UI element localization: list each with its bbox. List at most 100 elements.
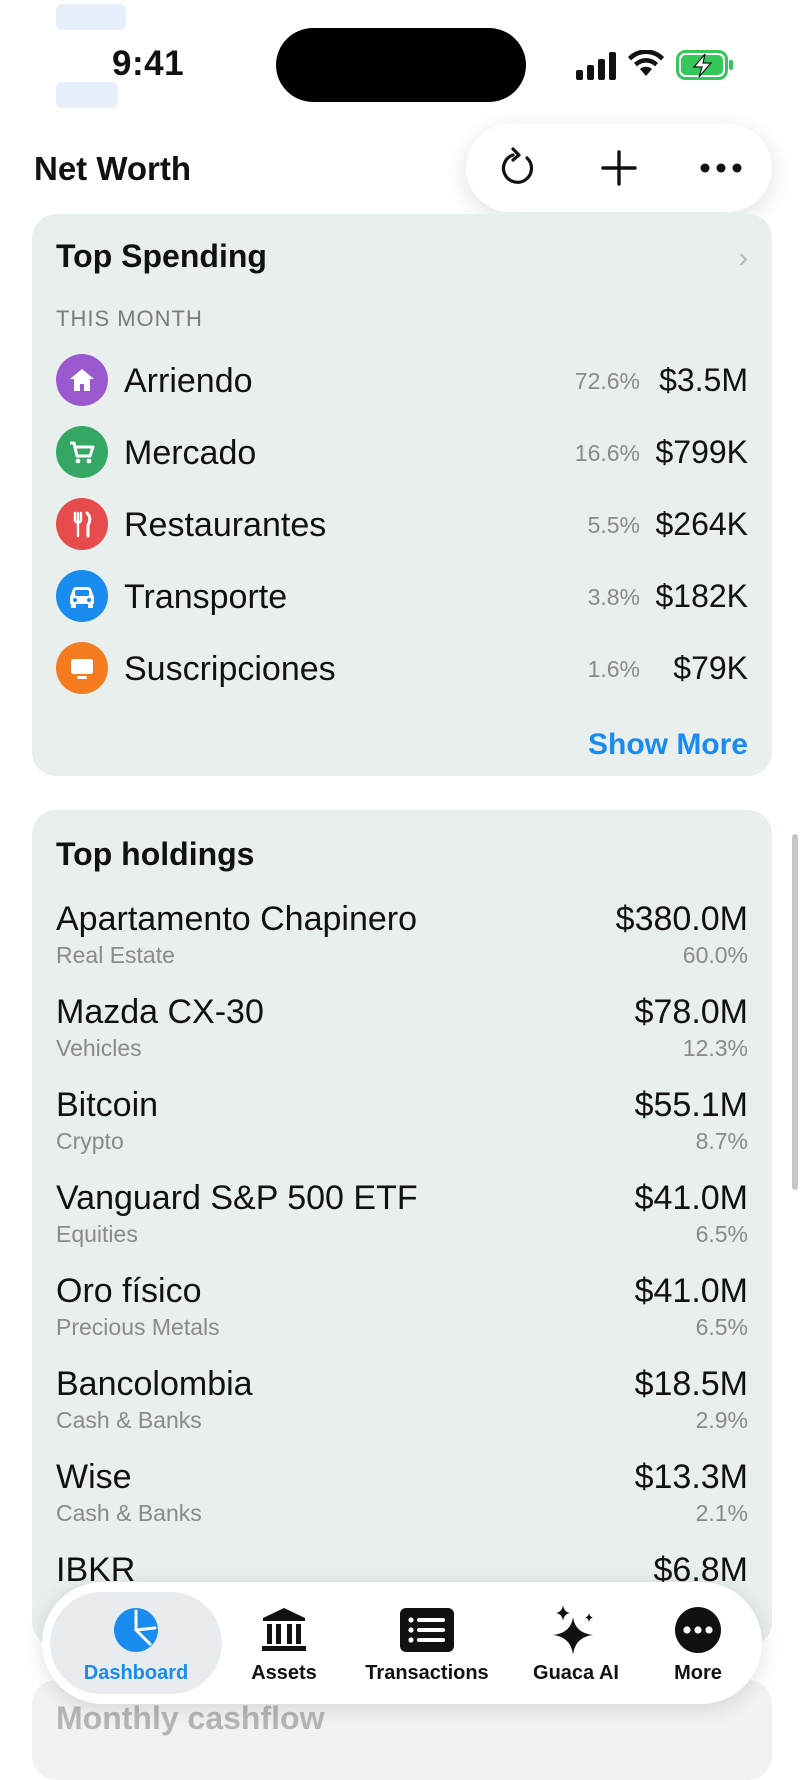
spending-row[interactable]: Arriendo 72.6% $3.5M bbox=[56, 354, 748, 410]
holding-category: Real Estate bbox=[56, 942, 175, 968]
category-icon-circle bbox=[56, 498, 108, 550]
chevron-right-icon[interactable]: › bbox=[739, 242, 748, 274]
status-bar: 9:41 bbox=[0, 0, 804, 120]
holding-row[interactable]: Wise Cash & Banks $13.3M 2.1% bbox=[56, 1458, 748, 1542]
category-percent: 16.6% bbox=[574, 440, 640, 466]
holding-category: Cash & Banks bbox=[56, 1407, 202, 1433]
tab-label: Transactions bbox=[365, 1662, 489, 1684]
spending-row[interactable]: Transporte 3.8% $182K bbox=[56, 570, 748, 626]
holding-row[interactable]: Apartamento Chapinero Real Estate $380.0… bbox=[56, 900, 748, 984]
category-amount: $799K bbox=[655, 434, 748, 470]
category-amount: $264K bbox=[655, 506, 748, 542]
holding-name: Apartamento Chapinero bbox=[56, 900, 418, 938]
cart-icon bbox=[70, 441, 95, 464]
holding-percent: 8.7% bbox=[695, 1128, 748, 1154]
category-amount: $79K bbox=[673, 650, 748, 686]
holding-name: Vanguard S&P 500 ETF bbox=[56, 1179, 418, 1217]
top-holdings-title: Top holdings bbox=[56, 836, 255, 872]
category-icon-circle bbox=[56, 426, 108, 478]
list-icon bbox=[400, 1608, 454, 1652]
holding-percent: 6.5% bbox=[695, 1221, 748, 1247]
tab-label: Guaca AI bbox=[533, 1662, 619, 1684]
wifi-icon bbox=[628, 50, 664, 76]
tab-bar: Dashboard Assets Transactions Guaca AI M… bbox=[42, 1582, 762, 1704]
battery-charging-icon bbox=[676, 50, 733, 80]
spending-row[interactable]: Suscripciones 1.6% $79K bbox=[56, 642, 748, 698]
holding-name: Wise bbox=[56, 1458, 132, 1496]
monthly-cashflow-title: Monthly cashflow bbox=[56, 1700, 325, 1736]
page-title: Net Worth bbox=[34, 150, 192, 187]
bank-icon bbox=[262, 1608, 306, 1651]
status-time: 9:41 bbox=[112, 44, 185, 83]
holding-value: $380.0M bbox=[615, 900, 748, 938]
car-icon bbox=[70, 587, 94, 608]
top-spending-title: Top Spending bbox=[56, 238, 267, 274]
category-percent: 72.6% bbox=[574, 368, 640, 394]
category-name: Restaurantes bbox=[124, 506, 327, 544]
holding-name: Bitcoin bbox=[56, 1086, 159, 1124]
holding-name: Bancolombia bbox=[56, 1365, 253, 1403]
more-options-button[interactable] bbox=[691, 138, 751, 198]
scroll-indicator[interactable] bbox=[792, 834, 798, 1190]
holding-percent: 2.9% bbox=[695, 1407, 748, 1433]
tab-label: Dashboard bbox=[83, 1662, 189, 1684]
holding-percent: 12.3% bbox=[682, 1035, 748, 1061]
category-amount: $182K bbox=[655, 578, 748, 614]
category-name: Mercado bbox=[124, 434, 257, 472]
period-label: THIS MONTH bbox=[56, 306, 203, 331]
category-icon-circle bbox=[56, 642, 108, 694]
category-percent: 5.5% bbox=[587, 512, 640, 538]
plus-icon bbox=[601, 150, 637, 186]
holding-percent: 6.5% bbox=[695, 1314, 748, 1340]
top-holdings-card: Top holdings Apartamento Chapinero Real … bbox=[32, 810, 772, 1646]
tab-guaca-ai[interactable]: Guaca AI bbox=[512, 1582, 640, 1704]
holding-name: Mazda CX-30 bbox=[56, 993, 264, 1031]
holding-percent: 2.1% bbox=[695, 1500, 748, 1526]
dynamic-island bbox=[276, 28, 526, 102]
ellipsis-circle-icon bbox=[675, 1607, 721, 1653]
tab-more[interactable]: More bbox=[642, 1582, 754, 1704]
fork-knife-icon bbox=[73, 511, 92, 538]
header-toolbar bbox=[466, 124, 772, 212]
category-amount: $3.5M bbox=[659, 362, 748, 398]
holding-name: Oro físico bbox=[56, 1272, 202, 1310]
holding-value: $78.0M bbox=[634, 993, 748, 1031]
cellular-signal-icon bbox=[576, 52, 616, 80]
holding-category: Cash & Banks bbox=[56, 1500, 202, 1526]
pie-chart-icon bbox=[114, 1608, 158, 1652]
add-button[interactable] bbox=[589, 138, 649, 198]
spending-row[interactable]: Restaurantes 5.5% $264K bbox=[56, 498, 748, 554]
tab-label: More bbox=[674, 1662, 722, 1684]
category-icon-circle bbox=[56, 354, 108, 406]
holding-value: $13.3M bbox=[634, 1458, 748, 1496]
holding-value: $41.0M bbox=[634, 1272, 748, 1310]
show-more-button[interactable]: Show More bbox=[588, 728, 748, 762]
holding-row[interactable]: Vanguard S&P 500 ETF Equities $41.0M 6.5… bbox=[56, 1179, 748, 1263]
top-spending-card[interactable]: Top Spending › THIS MONTH Arriendo 72.6%… bbox=[32, 214, 772, 776]
holding-value: $18.5M bbox=[634, 1365, 748, 1403]
refresh-button[interactable] bbox=[487, 138, 547, 198]
holding-row[interactable]: Oro físico Precious Metals $41.0M 6.5% bbox=[56, 1272, 748, 1356]
tab-dashboard[interactable]: Dashboard bbox=[50, 1592, 222, 1694]
category-name: Arriendo bbox=[124, 362, 253, 400]
category-name: Suscripciones bbox=[124, 650, 336, 688]
holding-row[interactable]: Mazda CX-30 Vehicles $78.0M 12.3% bbox=[56, 993, 748, 1077]
tab-transactions[interactable]: Transactions bbox=[342, 1582, 512, 1704]
tab-label: Assets bbox=[251, 1662, 317, 1684]
tab-assets[interactable]: Assets bbox=[224, 1582, 344, 1704]
holding-category: Crypto bbox=[56, 1128, 124, 1154]
category-icon-circle bbox=[56, 570, 108, 622]
holding-value: $55.1M bbox=[634, 1086, 748, 1124]
holding-percent: 60.0% bbox=[682, 942, 748, 968]
category-percent: 1.6% bbox=[587, 656, 640, 682]
category-name: Transporte bbox=[124, 578, 288, 616]
ellipsis-icon bbox=[700, 163, 742, 173]
sparkles-icon bbox=[553, 1605, 593, 1655]
holding-row[interactable]: Bitcoin Crypto $55.1M 8.7% bbox=[56, 1086, 748, 1170]
holding-row[interactable]: Bancolombia Cash & Banks $18.5M 2.9% bbox=[56, 1365, 748, 1449]
holding-category: Equities bbox=[56, 1221, 138, 1247]
refresh-icon bbox=[501, 147, 534, 184]
spending-row[interactable]: Mercado 16.6% $799K bbox=[56, 426, 748, 482]
holding-category: Precious Metals bbox=[56, 1314, 220, 1340]
holding-category: Vehicles bbox=[56, 1035, 142, 1061]
